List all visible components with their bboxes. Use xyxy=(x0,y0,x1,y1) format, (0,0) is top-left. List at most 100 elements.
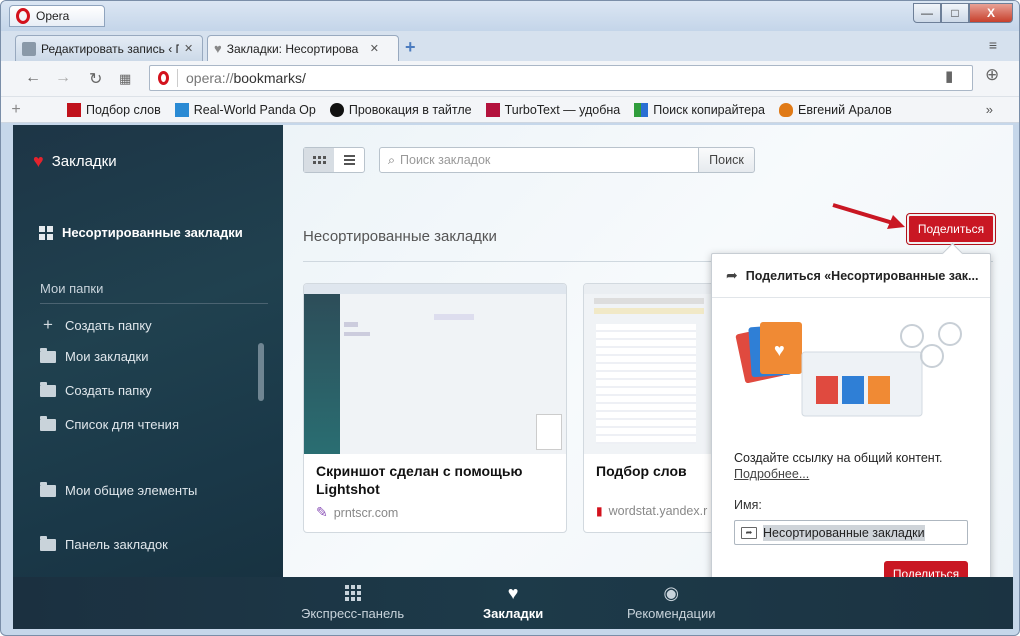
list-view-icon xyxy=(343,155,355,165)
tab-close-icon[interactable]: ✕ xyxy=(370,42,379,55)
squares-icon xyxy=(634,102,649,117)
sidebar-item-label: Панель закладок xyxy=(65,537,168,552)
heart-icon: ♥ xyxy=(33,151,44,171)
bookmark-label: Провокация в тайтле xyxy=(348,102,472,117)
folder-icon xyxy=(40,381,56,397)
bookmark-card[interactable]: Подбор слов ▮ wordstat.yandex.r xyxy=(583,283,723,533)
sidebar-item-shared[interactable]: Мои общие элементы xyxy=(40,481,197,498)
sidebar-title-text: Закладки xyxy=(51,153,117,170)
bookmark-item[interactable]: TurboText — удобна xyxy=(485,102,621,117)
maximize-button[interactable]: □ xyxy=(941,3,969,23)
back-arrow-icon[interactable]: ← xyxy=(25,69,41,87)
opera-page-icon xyxy=(158,71,169,85)
view-toggle xyxy=(303,147,365,173)
search-placeholder: Поиск закладок xyxy=(400,153,491,167)
grid-view-button[interactable] xyxy=(304,148,334,172)
speed-dial-icon xyxy=(344,583,361,603)
tab-edit-post[interactable]: Редактировать запись ‹ П ✕ xyxy=(15,35,203,61)
bookmarks-page: ♥ Закладки Несортированные закладки Мои … xyxy=(13,125,1013,629)
window-controls: — □ X xyxy=(913,3,1013,23)
share-button[interactable]: Поделиться xyxy=(907,214,995,244)
new-tab-button[interactable]: + xyxy=(405,37,416,58)
share-small-icon: ➦ xyxy=(741,526,757,539)
bookmark-label: Подбор слов xyxy=(86,102,161,117)
forward-arrow-icon[interactable]: → xyxy=(55,69,71,87)
tab-bookmarks[interactable]: ♥ Закладки: Несортирова ✕ xyxy=(207,35,399,61)
tab-title: Редактировать запись ‹ П xyxy=(41,41,179,56)
folder-heading: Несортированные закладки xyxy=(303,228,497,245)
sidebar-item-label: Создать папку xyxy=(65,383,152,398)
address-path: bookmarks/ xyxy=(233,70,306,86)
bar-chart-icon: ▮ xyxy=(596,504,603,518)
address-bar[interactable]: opera://bookmarks/ xyxy=(149,65,973,91)
sidebar-item-label: Список для чтения xyxy=(65,417,179,432)
bookmark-label: Евгений Аралов xyxy=(798,102,892,117)
bookmark-item[interactable]: Поиск копирайтера xyxy=(634,102,765,117)
speed-dial-icon[interactable]: ▦ xyxy=(119,71,131,87)
sidebar-scrollbar[interactable] xyxy=(258,343,264,401)
share-arrow-icon: ➦ xyxy=(726,267,738,283)
name-input[interactable]: ➦ Несортированные закладки xyxy=(734,520,968,545)
address-scheme: opera:// xyxy=(186,70,234,86)
bookmark-card[interactable]: Скриншот сделан с помощью Lightshot ✎ pr… xyxy=(303,283,567,533)
folder-icon xyxy=(40,347,56,363)
popup-description: Создайте ссылку на общий контент. Подроб… xyxy=(734,450,943,482)
nav-bookmarks[interactable]: ♥ Закладки xyxy=(483,583,543,622)
add-bookmark-icon[interactable]: + xyxy=(1,101,31,119)
more-bookmarks-icon[interactable]: » xyxy=(986,102,993,117)
sidebar-item-reading-list[interactable]: Список для чтения xyxy=(40,415,179,432)
folder-icon xyxy=(40,481,56,497)
folder-icon xyxy=(40,535,56,551)
close-button[interactable]: X xyxy=(969,3,1013,23)
search-icon: ⌕ xyxy=(388,152,396,167)
eye-icon: ◉ xyxy=(663,582,680,603)
share-illustration: ♥ xyxy=(735,322,962,417)
turbotext-icon xyxy=(485,102,500,117)
download-icon[interactable]: ⊕ xyxy=(985,65,999,85)
nav-recommendations[interactable]: ◉ Рекомендации xyxy=(627,582,716,622)
title-bar: Opera — □ X xyxy=(1,1,1019,31)
tab-menu-icon[interactable]: ≡ xyxy=(989,37,997,53)
grid-view-icon xyxy=(312,156,326,164)
grid-icon xyxy=(39,225,53,240)
bottom-navigation: Экспресс-панель ♥ Закладки ◉ Рекомендаци… xyxy=(13,577,1013,629)
bar-chart-icon xyxy=(67,102,81,117)
card-thumbnail xyxy=(584,284,722,454)
bookmark-page-icon[interactable]: ▮ xyxy=(945,67,953,85)
sidebar-item-create-folder-2[interactable]: Создать папку xyxy=(40,381,152,398)
address-separator xyxy=(177,69,178,87)
card-url-text: prntscr.com xyxy=(333,505,399,520)
bookmark-item[interactable]: Провокация в тайтле xyxy=(329,102,472,117)
opera-logo-icon xyxy=(16,8,30,24)
bookmark-label: Real-World Panda Op xyxy=(193,102,316,117)
sidebar-item-my-bookmarks[interactable]: Мои закладки xyxy=(40,347,148,364)
opera-menu-button[interactable]: Opera xyxy=(9,5,105,27)
list-view-button[interactable] xyxy=(334,148,364,172)
card-title: Скриншот сделан с помощью Lightshot xyxy=(316,463,523,497)
learn-more-link[interactable]: Подробнее... xyxy=(734,466,943,482)
browser-window: Opera — □ X Редактировать запись ‹ П ✕ ♥… xyxy=(0,0,1020,636)
search-button[interactable]: Поиск xyxy=(698,147,755,173)
bookmark-label: TurboText — удобна xyxy=(504,102,621,117)
bookmark-label: Поиск копирайтера xyxy=(653,102,765,117)
card-thumbnail xyxy=(304,284,566,454)
nav-speed-dial[interactable]: Экспресс-панель xyxy=(301,583,404,621)
sidebar-divider xyxy=(40,303,268,304)
sidebar-item-label: Создать папку xyxy=(65,317,152,333)
bookmark-item[interactable]: Real-World Panda Op xyxy=(174,102,316,117)
sidebar-item-bookmarks-bar[interactable]: Панель закладок xyxy=(40,535,168,552)
sidebar-item-label: Несортированные закладки xyxy=(62,225,243,240)
bookmark-item[interactable]: Евгений Аралов xyxy=(779,102,892,117)
sidebar-item-create-folder[interactable]: + Создать папку xyxy=(40,315,152,335)
name-input-value: Несортированные закладки xyxy=(763,524,925,541)
nav-label: Экспресс-панель xyxy=(301,606,405,621)
minimize-button[interactable]: — xyxy=(913,3,941,23)
bookmark-item[interactable]: Подбор слов xyxy=(67,102,161,117)
sidebar-item-unsorted[interactable]: Несортированные закладки xyxy=(39,225,243,240)
sidebar-title: ♥ Закладки xyxy=(33,151,117,172)
fire-icon xyxy=(779,102,793,117)
bookmark-search-input[interactable]: ⌕ Поиск закладок xyxy=(379,147,699,173)
reload-icon[interactable]: ↻ xyxy=(89,69,102,89)
tab-close-icon[interactable]: ✕ xyxy=(184,42,193,55)
heart-icon: ♥ xyxy=(214,41,222,56)
